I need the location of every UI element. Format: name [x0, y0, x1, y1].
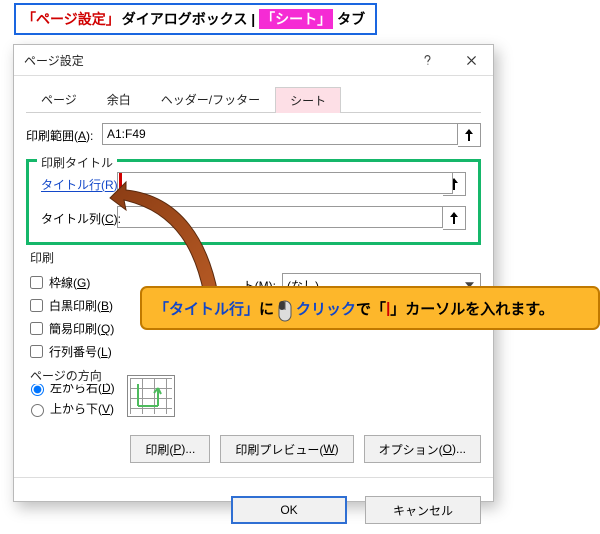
tab-strip: ページ 余白 ヘッダー/フッター シート	[26, 86, 481, 113]
ok-button[interactable]: OK	[231, 496, 347, 524]
page-order-illustration	[127, 375, 175, 417]
dialog-titlebar: ページ設定	[14, 45, 493, 76]
close-button[interactable]	[449, 45, 493, 75]
mouse-icon	[276, 300, 294, 322]
tab-margin[interactable]: 余白	[92, 86, 146, 112]
title-row-input[interactable]	[117, 172, 453, 194]
print-titles-caption: 印刷タイトル	[37, 154, 117, 171]
page-order-caption: ページの方向	[26, 367, 106, 384]
caption-mid: ダイアログボックス |	[122, 9, 255, 29]
title-row-label: タイトル行(R):	[41, 176, 117, 193]
print-options-caption: 印刷	[26, 249, 58, 266]
print-area-input[interactable]	[102, 123, 458, 145]
instruction-caption: 「ページ設定」 ダイアログボックス | 「シート」 タブ	[14, 3, 377, 35]
rowcol-numbers-checkbox[interactable]: 行列番号(L)	[26, 342, 166, 361]
title-col-picker[interactable]	[443, 206, 466, 230]
tab-header[interactable]: ヘッダー/フッター	[146, 86, 275, 112]
print-area-label: 印刷範囲(A):	[26, 127, 102, 144]
page-order-group: ページの方向 左から右(D) 上から下(V)	[26, 375, 481, 421]
title-col-input[interactable]	[117, 206, 443, 228]
balloon-text3: 」カーソルを入れます。	[390, 298, 554, 319]
cursor-marker-icon	[119, 173, 122, 189]
caption-pink: 「シート」	[259, 9, 333, 29]
page-setup-dialog: ページ設定 ページ 余白 ヘッダー/フッター シート 印刷範囲(A):	[13, 44, 494, 502]
tab-page[interactable]: ページ	[26, 86, 92, 112]
options-button[interactable]: オプション(O)...	[364, 435, 481, 463]
balloon-click: クリック	[296, 298, 356, 319]
print-preview-button[interactable]: 印刷プレビュー(W)	[220, 435, 353, 463]
balloon-text2: で「	[356, 298, 386, 319]
caption-red: 「ページ設定」	[22, 9, 120, 29]
tab-sheet[interactable]: シート	[275, 87, 341, 113]
print-titles-group: 印刷タイトル タイトル行(R):	[26, 159, 481, 245]
order-top-to-bottom-radio[interactable]: 上から下(V)	[26, 400, 115, 417]
dialog-title: ページ設定	[14, 52, 405, 69]
caption-tail: タブ	[337, 9, 365, 29]
balloon-text1: に	[259, 298, 274, 319]
cancel-button[interactable]: キャンセル	[365, 496, 481, 524]
title-col-label: タイトル列(C):	[41, 210, 117, 227]
print-area-picker[interactable]	[458, 123, 481, 147]
help-button[interactable]	[405, 45, 449, 75]
print-button[interactable]: 印刷(P)...	[130, 435, 210, 463]
instruction-balloon: 「タイトル行」 に クリック で「 | 」カーソルを入れます。	[140, 286, 600, 330]
balloon-field: 「タイトル行」	[154, 298, 259, 319]
